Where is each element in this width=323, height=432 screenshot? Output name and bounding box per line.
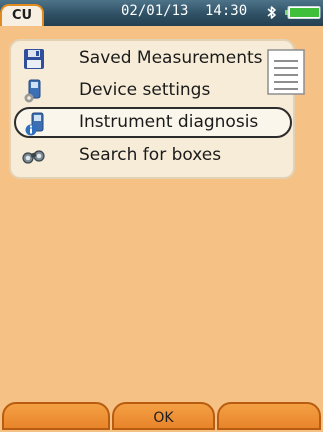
floppy-disk-icon bbox=[24, 49, 44, 69]
menu-item-search-for-boxes[interactable]: Search for boxes bbox=[14, 141, 292, 172]
ok-button[interactable]: OK bbox=[112, 402, 215, 430]
menu-item-label: Instrument diagnosis bbox=[79, 112, 259, 132]
tab-cu[interactable]: CU bbox=[0, 4, 44, 26]
binoculars-icon bbox=[22, 150, 45, 164]
menu-item-label: Device settings bbox=[79, 80, 211, 100]
menu-panel: Saved Measurements Device settings Instr… bbox=[9, 39, 305, 179]
status-bar: CU 02/01/13 14:30 bbox=[0, 0, 323, 26]
softkey-right[interactable] bbox=[217, 402, 321, 430]
menu-item-saved-measurements[interactable]: Saved Measurements bbox=[14, 44, 292, 75]
menu-item-instrument-diagnosis[interactable]: Instrument diagnosis bbox=[14, 107, 292, 138]
time-display: 14:30 bbox=[205, 3, 248, 19]
menu-item-label: Saved Measurements bbox=[79, 48, 263, 68]
softkey-bar: OK bbox=[0, 402, 323, 430]
device-settings-icon bbox=[24, 79, 41, 103]
menu-item-device-settings[interactable]: Device settings bbox=[14, 76, 292, 107]
date-display: 02/01/13 bbox=[121, 3, 189, 19]
bluetooth-icon bbox=[267, 6, 276, 19]
instrument-diagnosis-icon bbox=[25, 112, 44, 136]
battery-icon bbox=[285, 6, 321, 19]
softkey-left[interactable] bbox=[2, 402, 110, 430]
menu-item-label: Search for boxes bbox=[79, 145, 222, 165]
